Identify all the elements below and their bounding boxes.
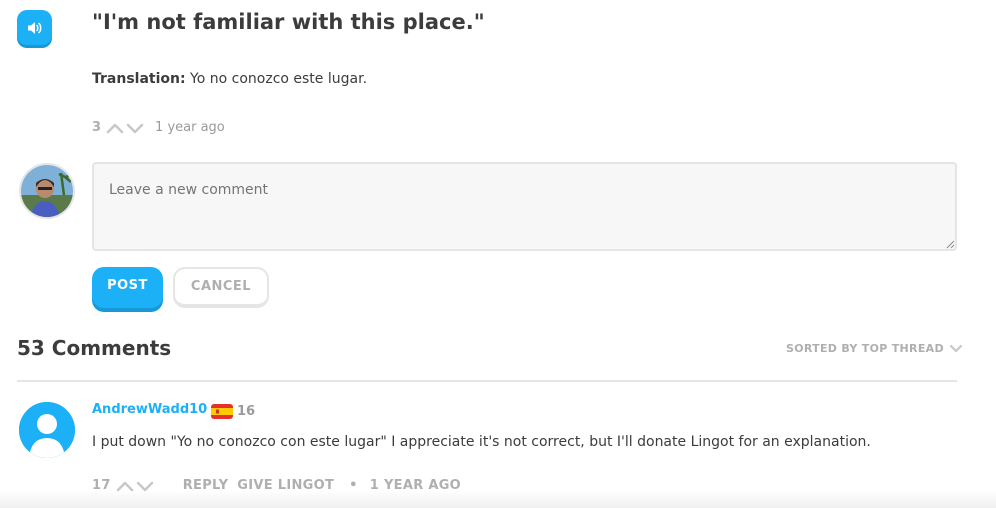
post-age: 1 year ago [155, 120, 225, 135]
translation-label: Translation: [92, 71, 186, 87]
resize-handle-icon[interactable] [945, 239, 955, 249]
spain-flag-icon [211, 404, 233, 419]
chevron-down-icon [949, 344, 962, 353]
speaker-icon [27, 21, 41, 34]
current-user-avatar [19, 163, 75, 219]
post-button[interactable]: POST [92, 267, 163, 308]
sentence-meta: 3 1 year ago [92, 120, 225, 135]
commenter-avatar[interactable] [19, 402, 75, 458]
vote-count: 3 [92, 120, 102, 135]
comment-text: I put down "Yo no conozco con este lugar… [92, 434, 871, 450]
user-level: 16 [237, 404, 256, 419]
scroll-fade [0, 490, 996, 508]
translation: Translation: Yo no conozco este lugar. [92, 71, 367, 87]
translation-text: Yo no conozco este lugar. [185, 71, 368, 87]
sort-dropdown[interactable]: SORTED BY TOP THREAD [786, 342, 963, 355]
divider [17, 380, 957, 382]
upvote-icon[interactable] [105, 122, 125, 134]
new-comment-input[interactable] [92, 162, 957, 251]
sort-label: SORTED BY TOP THREAD [786, 342, 944, 355]
comments-count: 53 Comments [17, 336, 172, 360]
downvote-icon[interactable] [125, 122, 145, 134]
sentence-title: "I'm not familiar with this place." [92, 10, 485, 34]
comment-username[interactable]: AndrewWadd10 [92, 402, 207, 417]
cancel-button[interactable]: CANCEL [173, 267, 269, 308]
play-audio-button[interactable] [17, 10, 52, 45]
